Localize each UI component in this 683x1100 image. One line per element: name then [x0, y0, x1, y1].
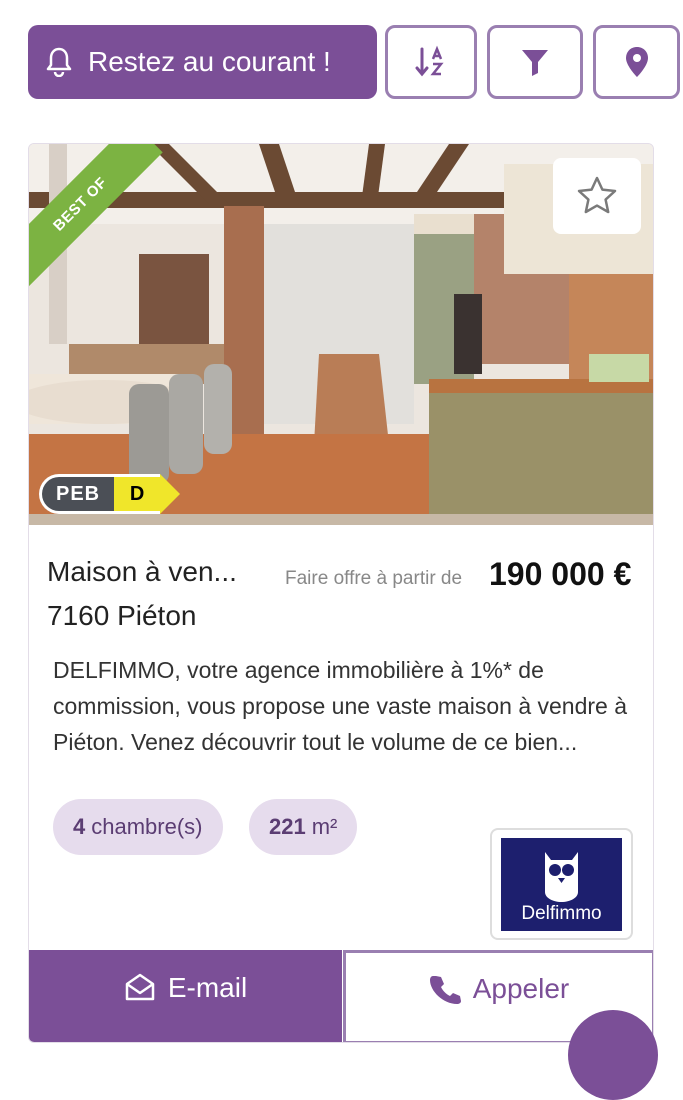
map-button[interactable] — [593, 25, 680, 99]
map-pin-icon — [625, 47, 648, 77]
owl-icon — [545, 851, 578, 902]
agency-name: Delfimmo — [521, 902, 602, 924]
feature-bedrooms: 4 chambre(s) — [53, 799, 223, 855]
listing-title[interactable]: Maison à ven... — [47, 556, 237, 588]
alert-button[interactable]: Restez au courant ! — [28, 25, 377, 99]
call-label: Appeler — [472, 973, 570, 1004]
bell-icon — [46, 47, 72, 77]
sort-alpha-icon — [415, 45, 444, 77]
offer-label: Faire offre à partir de — [285, 568, 463, 589]
surface-label: m² — [311, 814, 338, 839]
peb-rating: PEB D — [39, 474, 181, 514]
envelope-open-icon — [125, 973, 155, 1001]
listing-price: 190 000 € — [489, 556, 632, 592]
listing-description: DELFIMMO, votre agence immobilière à 1%*… — [53, 657, 628, 755]
surface-count: 221 — [269, 814, 306, 839]
bedrooms-count: 4 — [73, 814, 86, 839]
feature-surface: 221 m² — [249, 799, 358, 855]
favorite-button[interactable] — [553, 158, 641, 234]
listing-card[interactable]: BEST OF PEB D Maison à ven... Faire offr… — [28, 143, 654, 1043]
email-button[interactable]: E-mail — [29, 950, 342, 1042]
alert-label: Restez au courant ! — [88, 46, 331, 77]
agency-logo-panel: Delfimmo — [501, 837, 622, 931]
peb-label: PEB — [39, 474, 115, 514]
bedrooms-label: chambre(s) — [91, 814, 203, 839]
toolbar: Restez au courant ! — [28, 25, 680, 99]
sort-button[interactable] — [385, 25, 477, 99]
filter-icon — [522, 50, 548, 76]
email-label: E-mail — [167, 972, 248, 1003]
listing-city: 7160 Piéton — [47, 600, 197, 631]
agency-logo[interactable]: Delfimmo — [490, 828, 633, 940]
listing-photo[interactable]: BEST OF PEB D — [29, 144, 653, 525]
filter-button[interactable] — [487, 25, 583, 99]
star-outline-icon — [577, 176, 617, 214]
phone-icon — [429, 976, 461, 1004]
peb-grade: D — [114, 474, 181, 514]
